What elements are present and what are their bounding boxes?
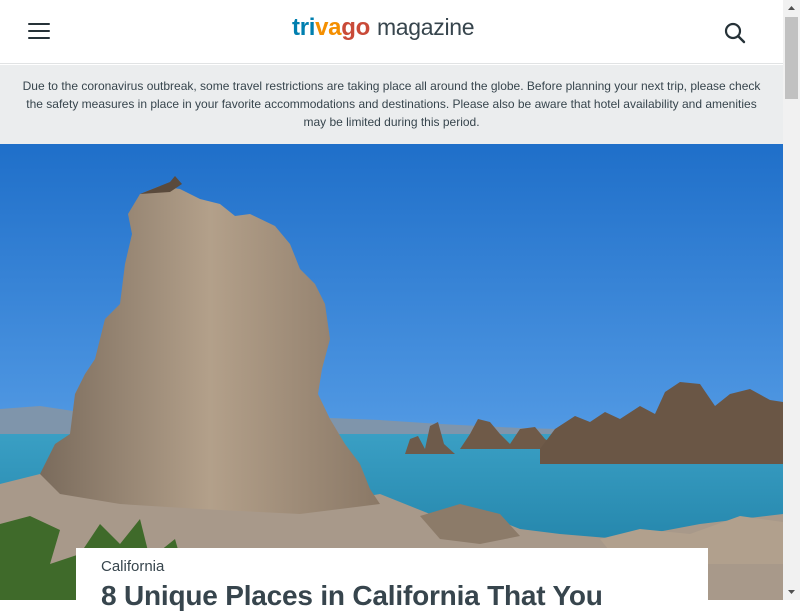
scroll-up-arrow-icon[interactable]: [783, 0, 800, 17]
logo-brand: trivago: [292, 14, 370, 42]
search-icon[interactable]: [722, 20, 748, 46]
mono-lake-tufa-photo: [0, 144, 783, 600]
notice-text: Due to the coronavirus outbreak, some tr…: [22, 79, 761, 129]
site-header: trivago magazine: [0, 0, 783, 64]
logo-suffix: magazine: [376, 14, 475, 40]
menu-line: [28, 30, 50, 33]
scroll-down-arrow-icon[interactable]: [783, 583, 800, 600]
menu-line: [28, 37, 50, 40]
article-title[interactable]: 8 Unique Places in California That You: [101, 580, 708, 612]
trivago-magazine-logo[interactable]: trivago magazine: [292, 14, 475, 48]
hamburger-menu-icon[interactable]: [28, 22, 50, 40]
logo-part-tri: tri: [292, 14, 316, 41]
menu-line: [28, 23, 50, 26]
coronavirus-notice: Due to the coronavirus outbreak, some tr…: [0, 65, 783, 144]
article-category[interactable]: California: [101, 558, 708, 575]
article-card[interactable]: California 8 Unique Places in California…: [76, 548, 708, 611]
scrollbar[interactable]: [783, 0, 800, 600]
logo-part-va: va: [315, 14, 342, 41]
logo-part-go: go: [341, 14, 370, 41]
scrollbar-thumb[interactable]: [785, 17, 798, 99]
hero-image: [0, 144, 783, 600]
